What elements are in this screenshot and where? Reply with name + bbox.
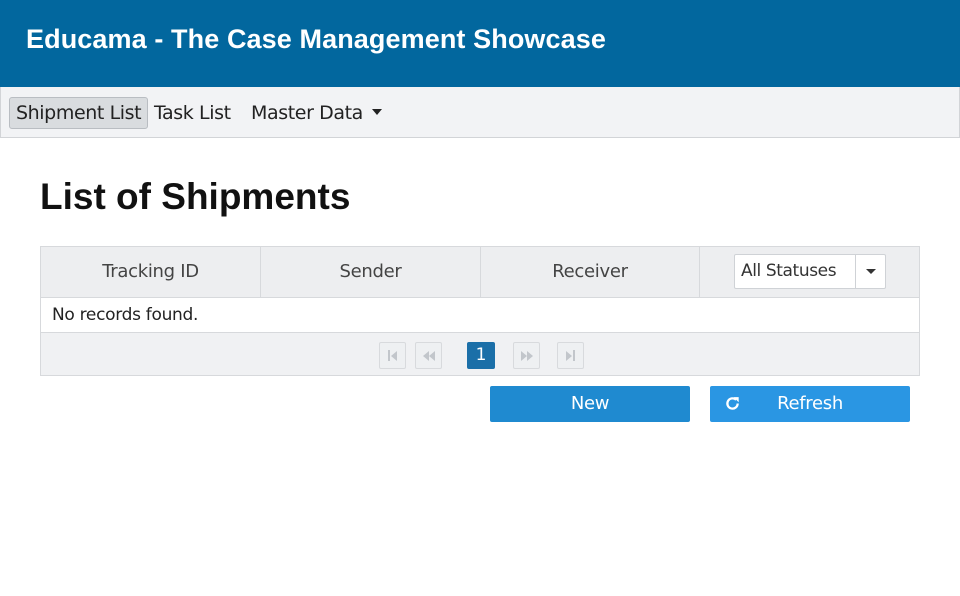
table-header: Tracking ID Sender Receiver All Statuses xyxy=(41,247,919,298)
menubar: Shipment List Task List Master Data xyxy=(0,87,960,138)
paginator: 1 xyxy=(41,333,919,375)
refresh-button-label: Refresh xyxy=(777,393,843,414)
shipments-table: Tracking ID Sender Receiver All Statuses… xyxy=(40,246,920,376)
column-header-receiver[interactable]: Receiver xyxy=(481,247,700,297)
caret-down-icon xyxy=(371,108,382,115)
prev-page-button[interactable] xyxy=(415,342,442,369)
first-page-button[interactable] xyxy=(379,342,406,369)
refresh-button[interactable]: Refresh xyxy=(710,386,910,422)
menu-item-master-data[interactable]: Master Data xyxy=(244,97,389,129)
first-page-icon xyxy=(388,348,397,363)
last-page-icon xyxy=(566,348,575,363)
column-header-status: All Statuses xyxy=(700,247,919,297)
page-title: List of Shipments xyxy=(40,176,351,217)
last-page-button[interactable] xyxy=(557,342,584,369)
empty-message: No records found. xyxy=(41,298,919,333)
menu-item-label: Shipment List xyxy=(16,102,142,124)
status-filter-dropdown[interactable]: All Statuses xyxy=(734,254,886,289)
new-button-label: New xyxy=(570,393,610,414)
column-header-sender[interactable]: Sender xyxy=(261,247,481,297)
app-title: Educama - The Case Management Showcase xyxy=(26,24,606,54)
menu-item-shipment-list[interactable]: Shipment List xyxy=(9,97,149,129)
menu-item-label: Master Data xyxy=(251,102,363,124)
page-number-button[interactable]: 1 xyxy=(467,342,495,369)
next-page-button[interactable] xyxy=(513,342,540,369)
refresh-icon xyxy=(726,397,739,410)
status-filter-value: All Statuses xyxy=(741,261,837,281)
menu-item-task-list[interactable]: Task List xyxy=(147,97,238,129)
app-header: Educama - The Case Management Showcase xyxy=(0,0,960,87)
prev-page-icon xyxy=(422,348,435,363)
new-button[interactable]: New xyxy=(490,386,690,422)
next-page-icon xyxy=(520,348,533,363)
status-filter-trigger[interactable] xyxy=(855,255,885,288)
column-header-tracking-id[interactable]: Tracking ID xyxy=(41,247,261,297)
menu-item-label: Task List xyxy=(154,102,231,124)
chevron-down-icon xyxy=(866,269,876,274)
